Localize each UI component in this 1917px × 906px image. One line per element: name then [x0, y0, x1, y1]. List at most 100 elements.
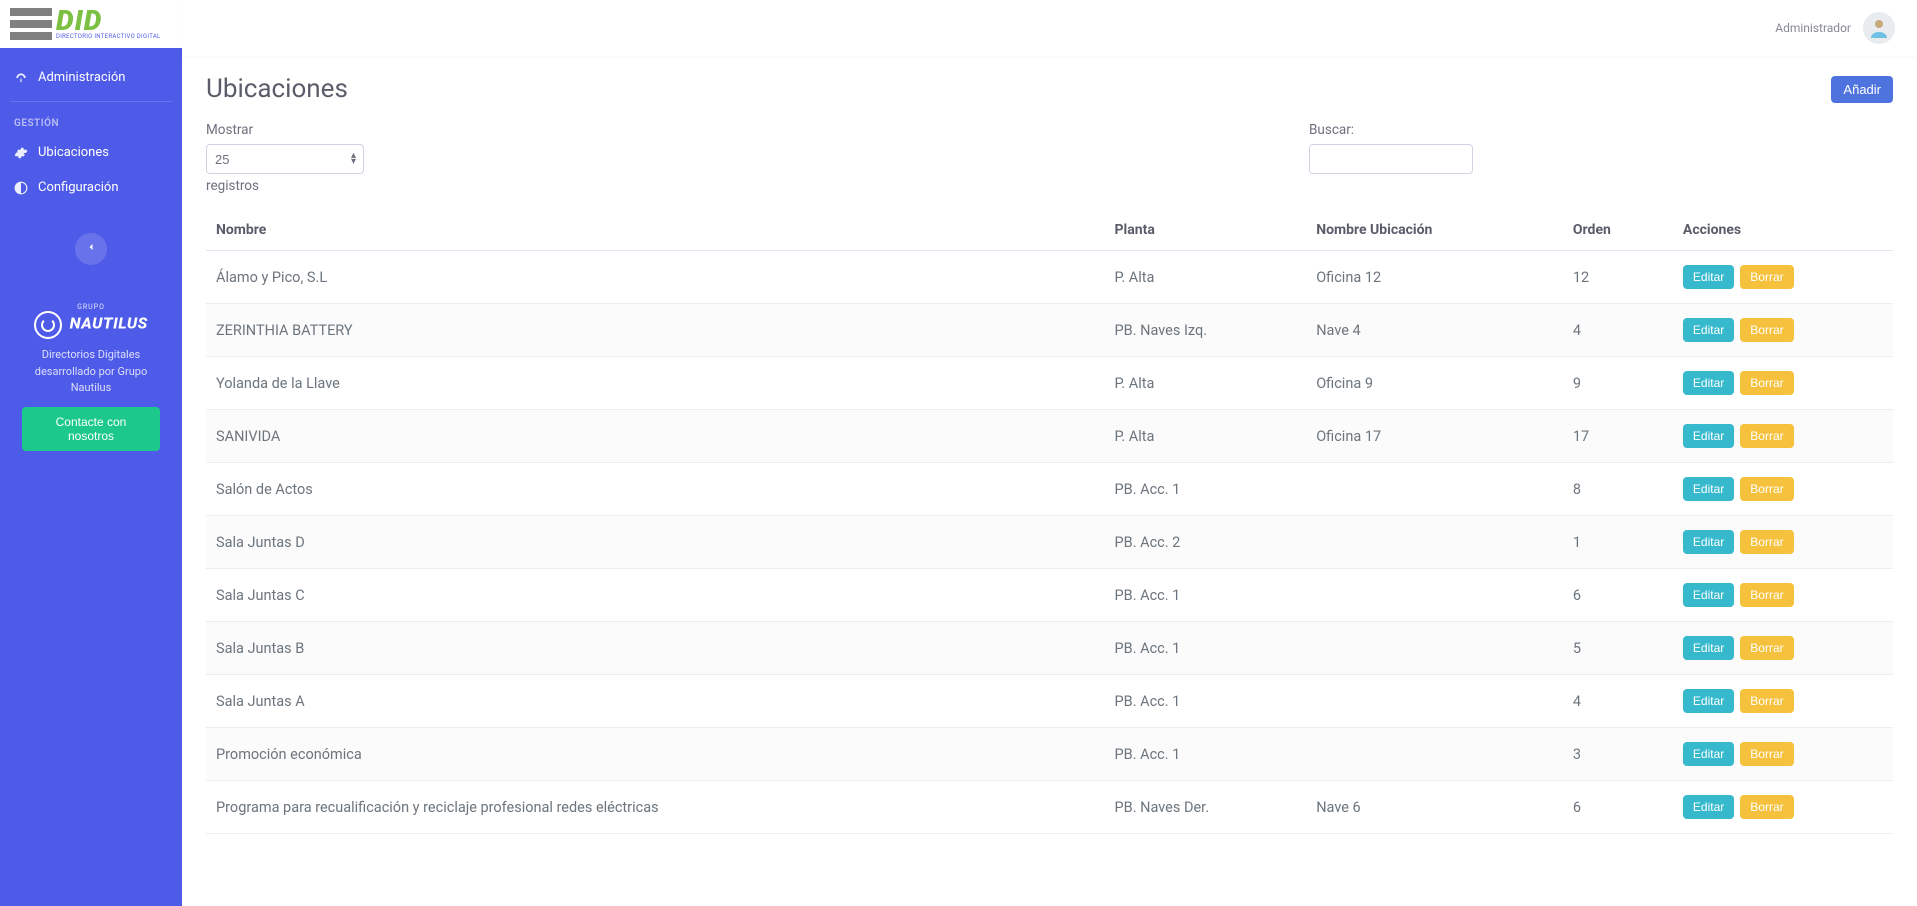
cell-orden: 12: [1563, 251, 1673, 304]
cell-nombre: Sala Juntas B: [206, 622, 1105, 675]
cell-planta: P. Alta: [1105, 251, 1307, 304]
add-button[interactable]: Añadir: [1831, 76, 1893, 103]
promo-text: Directorios Digitales desarrollado por G…: [22, 347, 160, 397]
cell-planta: PB. Naves Izq.: [1105, 304, 1307, 357]
search-input[interactable]: [1309, 144, 1473, 174]
sidebar-item-label: Ubicaciones: [38, 145, 109, 160]
cell-nombre: Sala Juntas D: [206, 516, 1105, 569]
edit-button[interactable]: Editar: [1683, 477, 1734, 501]
cell-nombre: ZERINTHIA BATTERY: [206, 304, 1105, 357]
cell-nombre: Salón de Actos: [206, 463, 1105, 516]
delete-button[interactable]: Borrar: [1740, 371, 1793, 395]
cell-planta: P. Alta: [1105, 410, 1307, 463]
sidebar-collapse-button[interactable]: [75, 233, 107, 265]
cell-ubicacion: Nave 6: [1306, 781, 1563, 834]
menu-bars-icon: [10, 8, 52, 40]
chevron-left-icon: [85, 241, 97, 257]
delete-button[interactable]: Borrar: [1740, 318, 1793, 342]
delete-button[interactable]: Borrar: [1740, 689, 1793, 713]
cell-planta: PB. Acc. 1: [1105, 463, 1307, 516]
avatar[interactable]: [1863, 12, 1895, 44]
delete-button[interactable]: Borrar: [1740, 265, 1793, 289]
table-row: Sala Juntas DPB. Acc. 21EditarBorrar: [206, 516, 1893, 569]
cell-orden: 4: [1563, 304, 1673, 357]
edit-button[interactable]: Editar: [1683, 530, 1734, 554]
th-acciones: Acciones: [1673, 210, 1893, 251]
cell-nombre: SANIVIDA: [206, 410, 1105, 463]
cell-nombre: Sala Juntas A: [206, 675, 1105, 728]
delete-button[interactable]: Borrar: [1740, 795, 1793, 819]
edit-button[interactable]: Editar: [1683, 636, 1734, 660]
delete-button[interactable]: Borrar: [1740, 477, 1793, 501]
cell-acciones: EditarBorrar: [1673, 569, 1893, 622]
th-orden[interactable]: Orden: [1563, 210, 1673, 251]
delete-button[interactable]: Borrar: [1740, 742, 1793, 766]
cell-planta: PB. Naves Der.: [1105, 781, 1307, 834]
sidebar: DID DIRECTORIO INTERACTIVO DIGITAL Admin…: [0, 0, 182, 906]
cell-nombre: Álamo y Pico, S.L: [206, 251, 1105, 304]
edit-button[interactable]: Editar: [1683, 424, 1734, 448]
table-row: Salón de ActosPB. Acc. 18EditarBorrar: [206, 463, 1893, 516]
cell-acciones: EditarBorrar: [1673, 622, 1893, 675]
cell-planta: PB. Acc. 1: [1105, 569, 1307, 622]
edit-button[interactable]: Editar: [1683, 583, 1734, 607]
sidebar-heading-gestion: GESTIÓN: [0, 108, 182, 135]
records-label: registros: [206, 178, 364, 194]
sidebar-item-ubicaciones[interactable]: Ubicaciones: [0, 135, 182, 170]
cell-nombre: Promoción económica: [206, 728, 1105, 781]
cell-ubicacion: Oficina 12: [1306, 251, 1563, 304]
search-label: Buscar:: [1309, 122, 1473, 138]
cell-acciones: EditarBorrar: [1673, 410, 1893, 463]
table-row: Sala Juntas APB. Acc. 14EditarBorrar: [206, 675, 1893, 728]
edit-button[interactable]: Editar: [1683, 742, 1734, 766]
cell-planta: PB. Acc. 1: [1105, 622, 1307, 675]
cell-ubicacion: [1306, 569, 1563, 622]
delete-button[interactable]: Borrar: [1740, 424, 1793, 448]
user-name: Administrador: [1775, 21, 1851, 35]
cell-ubicacion: [1306, 516, 1563, 569]
delete-button[interactable]: Borrar: [1740, 583, 1793, 607]
delete-button[interactable]: Borrar: [1740, 530, 1793, 554]
th-ubicacion[interactable]: Nombre Ubicación: [1306, 210, 1563, 251]
sidebar-item-configuracion[interactable]: Configuración: [0, 170, 182, 205]
swirl-icon: [34, 311, 62, 339]
cell-nombre: Programa para recualificación y reciclaj…: [206, 781, 1105, 834]
cell-planta: PB. Acc. 2: [1105, 516, 1307, 569]
table-row: Programa para recualificación y reciclaj…: [206, 781, 1893, 834]
cell-acciones: EditarBorrar: [1673, 728, 1893, 781]
brand-logo[interactable]: DID DIRECTORIO INTERACTIVO DIGITAL: [0, 0, 182, 48]
cell-orden: 6: [1563, 781, 1673, 834]
cell-acciones: EditarBorrar: [1673, 357, 1893, 410]
cell-nombre: Sala Juntas C: [206, 569, 1105, 622]
table-row: ZERINTHIA BATTERYPB. Naves Izq.Nave 44Ed…: [206, 304, 1893, 357]
main: Administrador Ubicaciones Añadir Mostrar…: [182, 0, 1917, 906]
locations-table: Nombre Planta Nombre Ubicación Orden Acc…: [206, 210, 1893, 834]
th-nombre[interactable]: Nombre: [206, 210, 1105, 251]
page-size-select[interactable]: 25: [206, 144, 364, 174]
table-row: Sala Juntas BPB. Acc. 15EditarBorrar: [206, 622, 1893, 675]
gear-icon: [14, 146, 28, 160]
cell-orden: 9: [1563, 357, 1673, 410]
cell-ubicacion: [1306, 728, 1563, 781]
cell-ubicacion: [1306, 622, 1563, 675]
contact-button[interactable]: Contacte con nosotros: [22, 407, 160, 451]
cell-planta: PB. Acc. 1: [1105, 675, 1307, 728]
brand-sub: DIRECTORIO INTERACTIVO DIGITAL: [56, 33, 161, 40]
cell-ubicacion: [1306, 675, 1563, 728]
edit-button[interactable]: Editar: [1683, 318, 1734, 342]
edit-button[interactable]: Editar: [1683, 689, 1734, 713]
th-planta[interactable]: Planta: [1105, 210, 1307, 251]
edit-button[interactable]: Editar: [1683, 371, 1734, 395]
cell-acciones: EditarBorrar: [1673, 675, 1893, 728]
table-row: Yolanda de la LlaveP. AltaOficina 99Edit…: [206, 357, 1893, 410]
cell-acciones: EditarBorrar: [1673, 516, 1893, 569]
sidebar-item-admin[interactable]: Administración: [0, 60, 182, 95]
delete-button[interactable]: Borrar: [1740, 636, 1793, 660]
edit-button[interactable]: Editar: [1683, 795, 1734, 819]
cell-orden: 1: [1563, 516, 1673, 569]
cell-ubicacion: Oficina 9: [1306, 357, 1563, 410]
cell-orden: 4: [1563, 675, 1673, 728]
contrast-icon: [14, 181, 28, 195]
show-label: Mostrar: [206, 122, 364, 138]
edit-button[interactable]: Editar: [1683, 265, 1734, 289]
